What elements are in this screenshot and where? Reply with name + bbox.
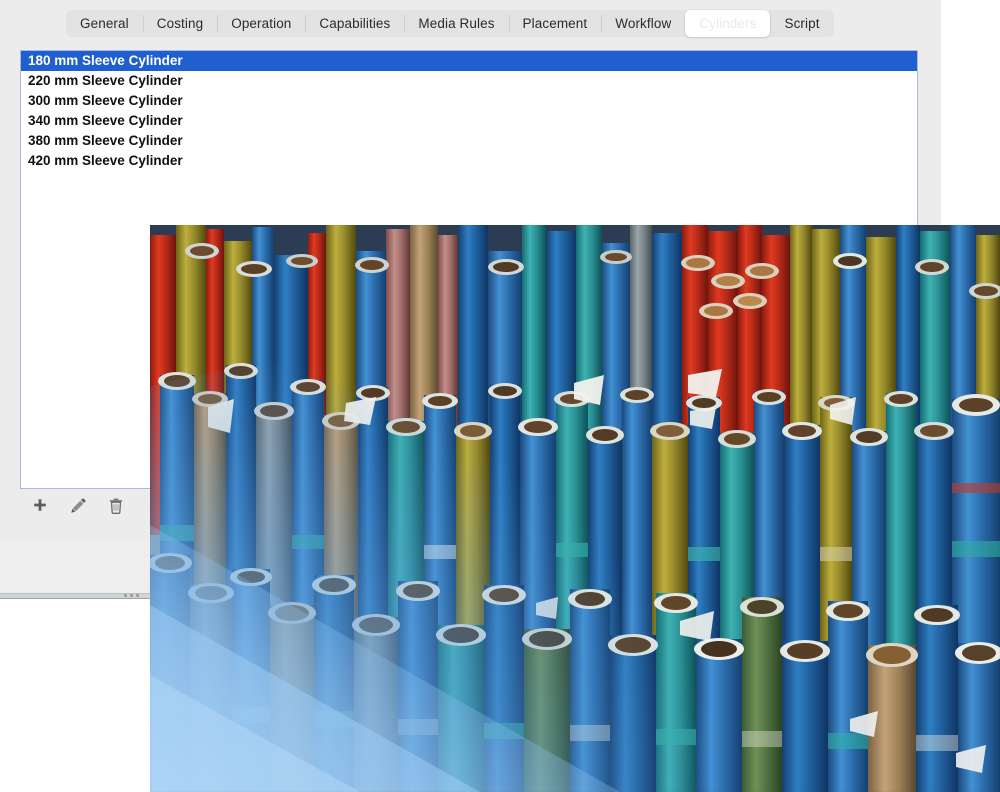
cylinder-photo-artwork <box>150 225 1000 792</box>
delete-cylinder-button[interactable] <box>104 494 128 518</box>
tab-label: Workflow <box>615 16 671 31</box>
tab-label: Cylinders <box>699 16 756 31</box>
tab-label: Costing <box>157 16 203 31</box>
tab-operation[interactable]: Operation <box>217 10 305 37</box>
resize-grip[interactable] <box>124 594 146 597</box>
tab-media-rules[interactable]: Media Rules <box>404 10 508 37</box>
trash-icon <box>107 497 125 515</box>
list-item[interactable]: 220 mm Sleeve Cylinder <box>21 71 917 91</box>
tab-label: Media Rules <box>418 16 494 31</box>
cylinder-list: 180 mm Sleeve Cylinder 220 mm Sleeve Cyl… <box>21 51 917 171</box>
tab-costing[interactable]: Costing <box>143 10 217 37</box>
tab-cylinders[interactable]: Cylinders <box>685 10 770 37</box>
tab-label: Operation <box>231 16 291 31</box>
tab-label: Capabilities <box>319 16 390 31</box>
list-item[interactable]: 420 mm Sleeve Cylinder <box>21 151 917 171</box>
list-item[interactable]: 380 mm Sleeve Cylinder <box>21 131 917 151</box>
list-item[interactable]: 340 mm Sleeve Cylinder <box>21 111 917 131</box>
add-cylinder-button[interactable] <box>28 494 52 518</box>
list-item-label: 380 mm Sleeve Cylinder <box>28 133 183 148</box>
list-item-label: 300 mm Sleeve Cylinder <box>28 93 183 108</box>
tab-label: Script <box>784 16 819 31</box>
tab-bar: General Costing Operation Capabilities M… <box>66 10 834 37</box>
tab-general[interactable]: General <box>66 10 143 37</box>
list-item-label: 220 mm Sleeve Cylinder <box>28 73 183 88</box>
tab-capabilities[interactable]: Capabilities <box>305 10 404 37</box>
list-item[interactable]: 300 mm Sleeve Cylinder <box>21 91 917 111</box>
tab-script[interactable]: Script <box>770 10 833 37</box>
plus-icon <box>31 497 49 515</box>
tab-workflow[interactable]: Workflow <box>601 10 685 37</box>
tab-label: Placement <box>523 16 588 31</box>
cylinder-photo <box>150 225 1000 792</box>
list-item-label: 180 mm Sleeve Cylinder <box>28 53 183 68</box>
pencil-icon <box>69 497 87 515</box>
tab-placement[interactable]: Placement <box>509 10 602 37</box>
list-item-label: 420 mm Sleeve Cylinder <box>28 153 183 168</box>
tab-label: General <box>80 16 129 31</box>
list-item-label: 340 mm Sleeve Cylinder <box>28 113 183 128</box>
edit-cylinder-button[interactable] <box>66 494 90 518</box>
list-item[interactable]: 180 mm Sleeve Cylinder <box>21 51 917 71</box>
